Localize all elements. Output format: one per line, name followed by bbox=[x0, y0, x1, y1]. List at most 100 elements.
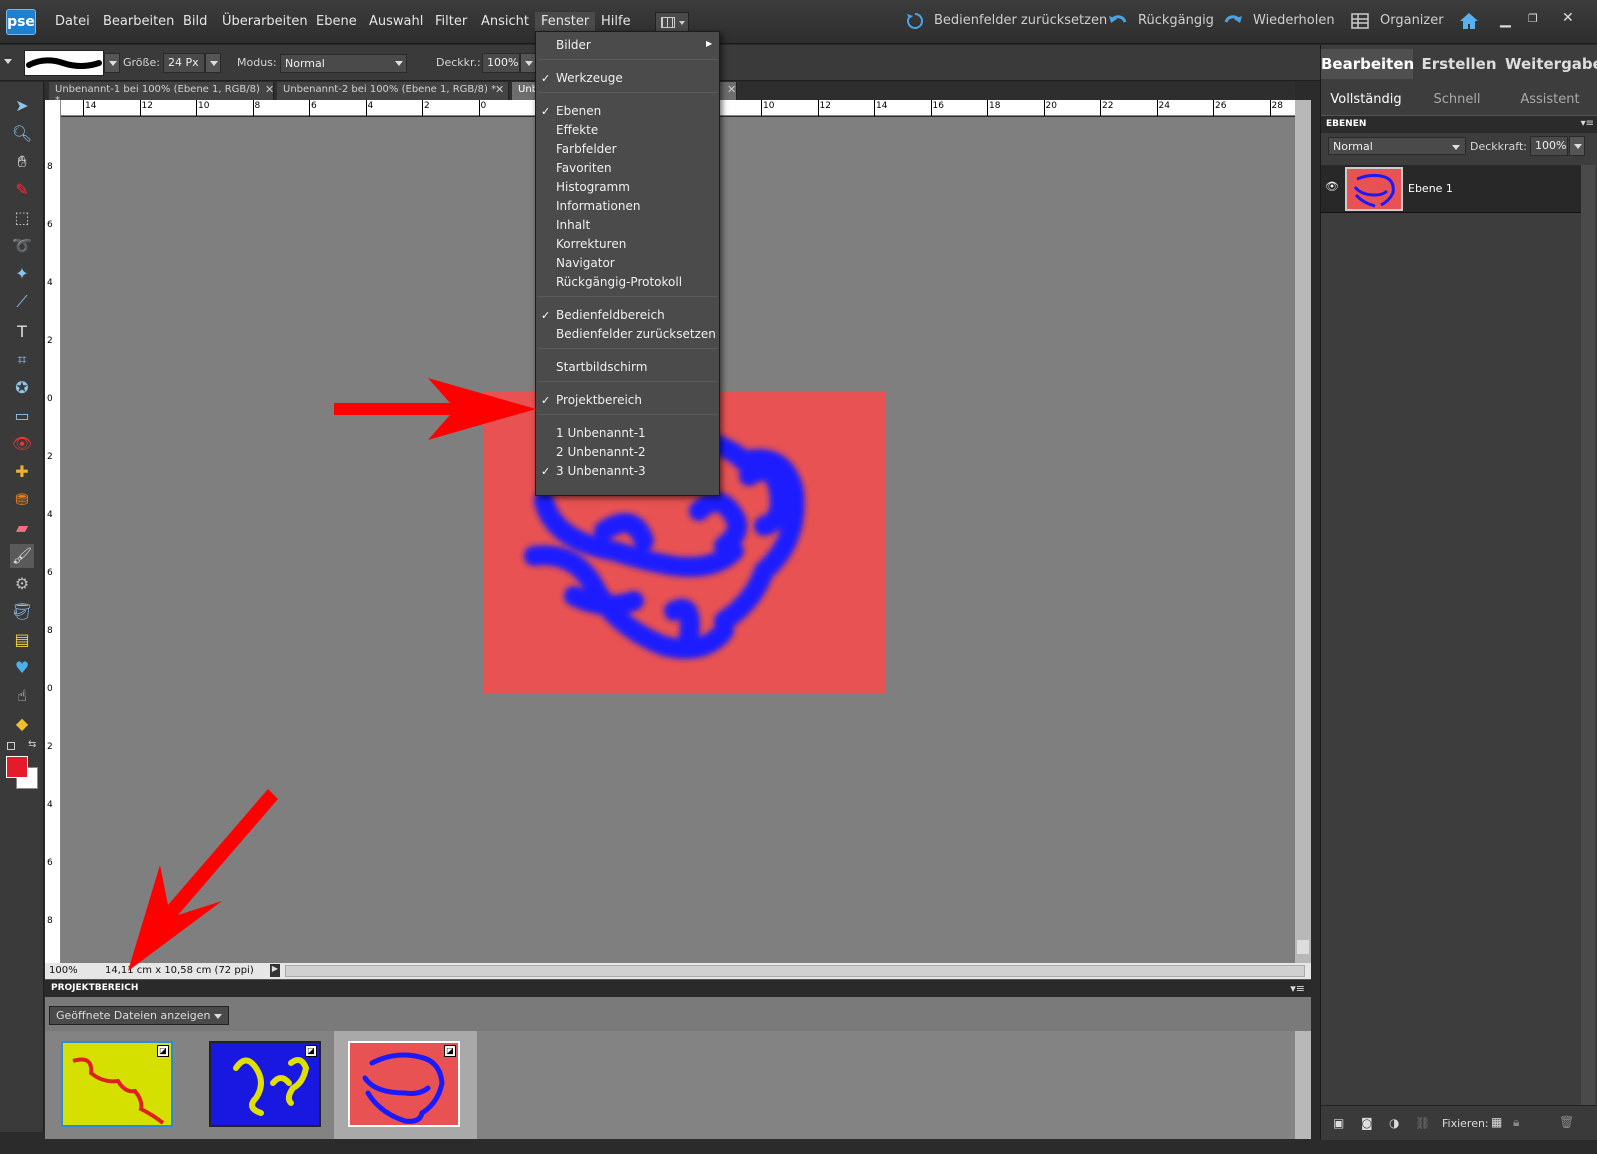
menu-item-ebenen[interactable]: Ebenen bbox=[556, 104, 601, 118]
layer-mask-icon[interactable]: ◑ bbox=[1389, 1116, 1399, 1130]
tab-unbenannt-2[interactable]: Unbenannt-2 bei 100% (Ebene 1, RGB/8) * bbox=[277, 82, 509, 100]
paint-bucket-tool-icon[interactable]: 🪣︎ bbox=[10, 600, 34, 624]
menu-bearbeiten[interactable]: Bearbeiten bbox=[103, 14, 174, 29]
tab-unbenannt-1[interactable]: Unbenannt-1 bei 100% (Ebene 1, RGB/8) * bbox=[49, 82, 274, 106]
menu-item-bedienfeldbereich[interactable]: Bedienfeldbereich bbox=[556, 308, 665, 322]
custom-shape-tool-icon[interactable]: ♥ bbox=[10, 656, 34, 680]
organizer-button[interactable]: Organizer bbox=[1380, 13, 1444, 28]
tab-weitergabe[interactable]: Weitergabe bbox=[1505, 49, 1597, 79]
menu-auswahl[interactable]: Auswahl bbox=[369, 14, 423, 29]
foreground-color-swatch[interactable] bbox=[6, 756, 28, 778]
menu-item-3-unbenannt-3[interactable]: 3 Unbenannt-3 bbox=[556, 464, 646, 478]
link-layers-icon[interactable]: ⛓ bbox=[1415, 1116, 1430, 1130]
menu-item-navigator[interactable]: Navigator bbox=[556, 256, 615, 270]
panel-menu-icon[interactable]: ▾≡ bbox=[1581, 118, 1594, 129]
quick-selection-tool-icon[interactable]: ⟋ bbox=[10, 290, 34, 314]
horizontal-scrollbar[interactable] bbox=[285, 965, 1305, 977]
eye-visibility-icon[interactable]: 👁︎ bbox=[1325, 180, 1339, 193]
close-icon[interactable]: ✕ bbox=[495, 83, 504, 96]
menu-item-1-unbenannt-1[interactable]: 1 Unbenannt-1 bbox=[556, 426, 646, 440]
brush-preview[interactable] bbox=[24, 50, 104, 76]
close-icon[interactable]: ✕ bbox=[727, 83, 736, 96]
clone-stamp-tool-icon[interactable]: ⛃ bbox=[10, 488, 34, 512]
subtab-vollstaendig[interactable]: Vollständig bbox=[1321, 87, 1411, 113]
mode-select[interactable]: Normal bbox=[280, 54, 407, 73]
eyedropper-tool-icon[interactable]: ✎ bbox=[10, 178, 34, 202]
marquee-tool-icon[interactable]: ⬚ bbox=[10, 206, 34, 230]
menu-filter[interactable]: Filter bbox=[435, 14, 467, 29]
thumb-cell-3[interactable]: ◪ bbox=[334, 1031, 477, 1139]
straighten-tool-icon[interactable]: ▭ bbox=[10, 404, 34, 428]
project-filter-select[interactable]: Geöffnete Dateien anzeigen bbox=[49, 1006, 229, 1025]
vertical-scrollbar[interactable] bbox=[1295, 100, 1311, 963]
thumb-cell-2[interactable]: ◪ bbox=[193, 1031, 341, 1139]
close-window-icon[interactable]: ✕ bbox=[1562, 10, 1574, 26]
zoom-level[interactable]: 100% bbox=[49, 965, 78, 976]
layers-scrollbar[interactable] bbox=[1581, 165, 1595, 1105]
menu-item-korrekturen[interactable]: Korrekturen bbox=[556, 237, 626, 251]
close-icon[interactable]: ✕ bbox=[265, 83, 274, 96]
eraser-tool-icon[interactable]: ▰ bbox=[10, 516, 34, 540]
thumb-cell-1[interactable]: ◪ bbox=[45, 1031, 193, 1139]
move-tool-icon[interactable]: ➤ bbox=[10, 94, 34, 118]
menu-datei[interactable]: Datei bbox=[55, 14, 90, 29]
minimize-icon[interactable]: ▁ bbox=[1500, 12, 1511, 28]
hand-tool-icon[interactable]: ✋︎ bbox=[10, 150, 34, 174]
crop-tool-icon[interactable]: ⌗ bbox=[10, 348, 34, 372]
menu-fenster[interactable]: Fenster bbox=[535, 12, 596, 31]
red-eye-tool-icon[interactable]: 👁︎ bbox=[10, 432, 34, 456]
layer-name[interactable]: Ebene 1 bbox=[1408, 182, 1453, 195]
layer-opacity-dropdown[interactable] bbox=[1569, 136, 1585, 156]
size-dropdown[interactable] bbox=[205, 53, 221, 73]
scroll-down-arrow[interactable] bbox=[1297, 940, 1309, 954]
menu-item-informationen[interactable]: Informationen bbox=[556, 199, 640, 213]
layer-opacity-field[interactable]: 100% bbox=[1530, 136, 1568, 156]
project-bin-scrollbar[interactable] bbox=[1295, 1031, 1311, 1139]
tool-preset-dropdown[interactable] bbox=[4, 59, 12, 64]
blend-mode-select[interactable]: Normal bbox=[1328, 137, 1466, 155]
brush-dropdown[interactable] bbox=[104, 53, 120, 73]
menu-item-farbfelder[interactable]: Farbfelder bbox=[556, 142, 617, 156]
new-layer-icon[interactable]: ▣ bbox=[1333, 1116, 1344, 1130]
menu-ansicht[interactable]: Ansicht bbox=[481, 14, 529, 29]
opacity-dropdown[interactable] bbox=[520, 53, 536, 73]
lock-all-icon[interactable]: 🔒︎ bbox=[1513, 1115, 1519, 1130]
menu-item-bedienfelder-zurücksetzen[interactable]: Bedienfelder zurücksetzen bbox=[556, 327, 716, 341]
menu-ebene[interactable]: Ebene bbox=[316, 14, 357, 29]
new-adjustment-layer-icon[interactable]: ◙ bbox=[1361, 1116, 1373, 1130]
restore-icon[interactable]: ❐ bbox=[1528, 12, 1538, 25]
redo-button[interactable]: Wiederholen bbox=[1253, 13, 1335, 28]
layer-row[interactable]: 👁︎ Ebene 1 bbox=[1321, 165, 1586, 213]
type-tool-icon[interactable]: T bbox=[10, 320, 34, 344]
brush-tool-icon[interactable]: 🖌︎ bbox=[10, 544, 34, 568]
menu-item-effekte[interactable]: Effekte bbox=[556, 123, 598, 137]
panel-menu-icon[interactable]: ▾≡ bbox=[1290, 982, 1305, 995]
subtab-schnell[interactable]: Schnell bbox=[1411, 87, 1503, 113]
swap-colors-icon[interactable]: ⇆ bbox=[28, 739, 36, 750]
lock-transparency-icon[interactable]: ▦ bbox=[1491, 1115, 1502, 1129]
menu-item-histogramm[interactable]: Histogramm bbox=[556, 180, 630, 194]
menu-item-inhalt[interactable]: Inhalt bbox=[556, 218, 590, 232]
menu-bild[interactable]: Bild bbox=[183, 14, 207, 29]
tab-erstellen[interactable]: Erstellen bbox=[1413, 49, 1505, 79]
menu-item-rückgängig-protokoll[interactable]: Rückgängig-Protokoll bbox=[556, 275, 682, 289]
subtab-assistent[interactable]: Assistent bbox=[1503, 87, 1597, 113]
reset-panels-button[interactable]: Bedienfelder zurücksetzen bbox=[934, 13, 1107, 28]
healing-brush-tool-icon[interactable]: ✚ bbox=[10, 460, 34, 484]
menu-item-startbildschirm[interactable]: Startbildschirm bbox=[556, 360, 647, 374]
blur-tool-icon[interactable]: ☝ bbox=[10, 684, 34, 708]
menu-item-werkzeuge[interactable]: Werkzeuge bbox=[556, 71, 623, 85]
thumbnail-unbenannt-2[interactable]: ◪ bbox=[209, 1041, 321, 1127]
trash-icon[interactable]: 🗑︎ bbox=[1559, 1115, 1574, 1129]
magic-wand-tool-icon[interactable]: ✦ bbox=[10, 262, 34, 286]
opacity-field[interactable]: 100% bbox=[482, 53, 520, 73]
thumbnail-unbenannt-3[interactable]: ◪ bbox=[348, 1041, 460, 1127]
undo-button[interactable]: Rückgängig bbox=[1138, 13, 1214, 28]
thumbnail-unbenannt-1[interactable]: ◪ bbox=[61, 1041, 173, 1127]
tab-bearbeiten[interactable]: Bearbeiten bbox=[1321, 49, 1414, 79]
zoom-tool-icon[interactable]: 🔍︎ bbox=[10, 122, 34, 146]
default-colors-icon[interactable] bbox=[7, 742, 15, 750]
gradient-tool-icon[interactable]: ▤ bbox=[10, 628, 34, 652]
sponge-tool-icon[interactable]: ◆ bbox=[10, 712, 34, 736]
smart-brush-tool-icon[interactable]: ⚙ bbox=[10, 572, 34, 596]
